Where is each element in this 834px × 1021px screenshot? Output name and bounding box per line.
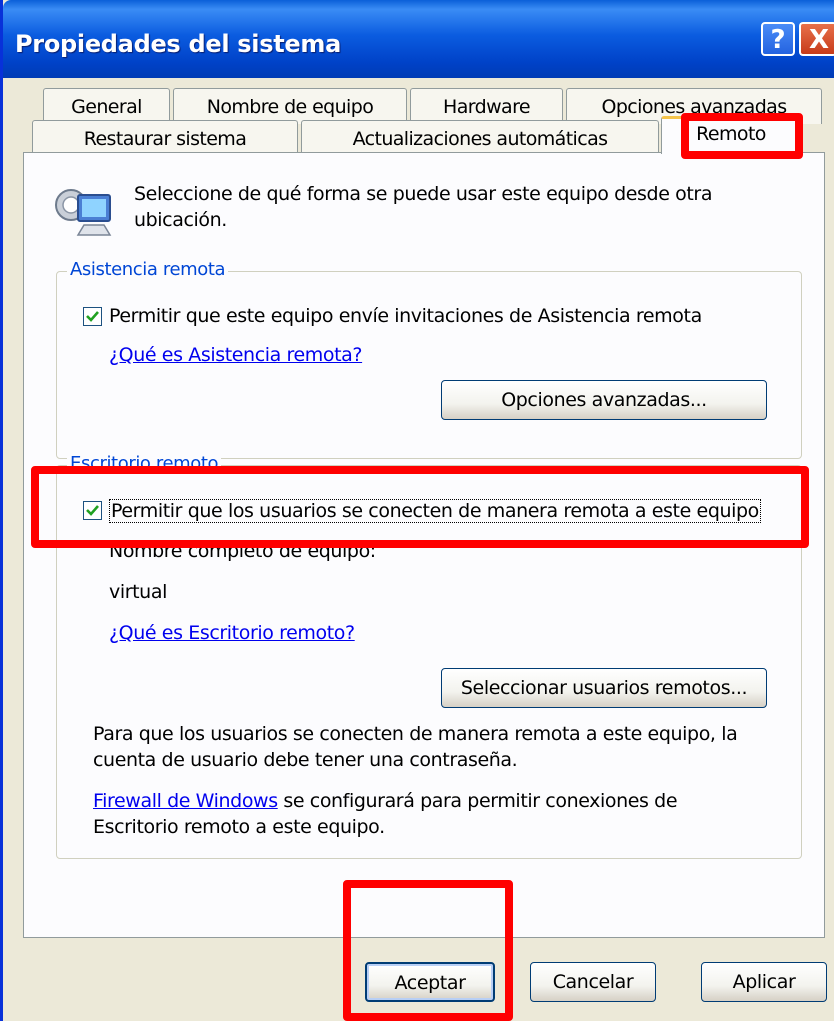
remote-assistance-checkbox-label[interactable]: Permitir que este equipo envíe invitacio…	[109, 305, 702, 327]
highlight-ok-button	[343, 880, 513, 1021]
checkmark-icon	[86, 311, 99, 322]
advanced-options-button[interactable]: Opciones avanzadas...	[441, 380, 767, 420]
remote-assistance-group: Asistencia remota Permitir que este equi…	[56, 259, 802, 459]
tab-system-restore[interactable]: Restaurar sistema	[32, 120, 298, 153]
tab-general[interactable]: General	[43, 88, 170, 124]
computer-name-value: virtual	[109, 581, 167, 603]
remote-assistance-legend: Asistencia remota	[67, 259, 229, 280]
remote-assistance-help-link[interactable]: ¿Qué es Asistencia remota?	[109, 344, 363, 366]
title-bar[interactable]: Propiedades del sistema ? X	[3, 0, 834, 78]
password-note-line2: cuenta de usuario debe tener una contras…	[93, 749, 518, 771]
firewall-note-line2: Escritorio remoto a este equipo.	[93, 816, 385, 838]
windows-firewall-link[interactable]: Firewall de Windows	[93, 790, 278, 812]
window-title: Propiedades del sistema	[15, 30, 341, 58]
cancel-button[interactable]: Cancelar	[530, 962, 656, 1002]
firewall-note-line1: Firewall de Windows se configurará para …	[93, 790, 678, 812]
tab-computer-name[interactable]: Nombre de equipo	[173, 88, 407, 124]
intro-text-line1: Seleccione de qué forma se puede usar es…	[134, 183, 713, 205]
help-button[interactable]: ?	[761, 22, 795, 56]
remote-desktop-help-link[interactable]: ¿Qué es Escritorio remoto?	[109, 622, 355, 644]
tab-hardware[interactable]: Hardware	[410, 88, 563, 124]
password-note-line1: Para que los usuarios se conecten de man…	[93, 723, 738, 745]
apply-button[interactable]: Aplicar	[701, 962, 827, 1002]
remote-assistance-checkbox[interactable]	[83, 307, 102, 326]
system-properties-dialog: Propiedades del sistema ? X General Nomb…	[0, 0, 834, 1021]
select-remote-users-button[interactable]: Seleccionar usuarios remotos...	[441, 668, 767, 708]
intro-text-line2: ubicación.	[134, 209, 227, 231]
highlight-remote-tab	[681, 113, 803, 159]
computer-remote-icon	[54, 181, 116, 243]
highlight-remote-desktop-checkbox	[31, 466, 809, 548]
tab-automatic-updates[interactable]: Actualizaciones automáticas	[301, 120, 659, 153]
close-button[interactable]: X	[799, 22, 834, 56]
